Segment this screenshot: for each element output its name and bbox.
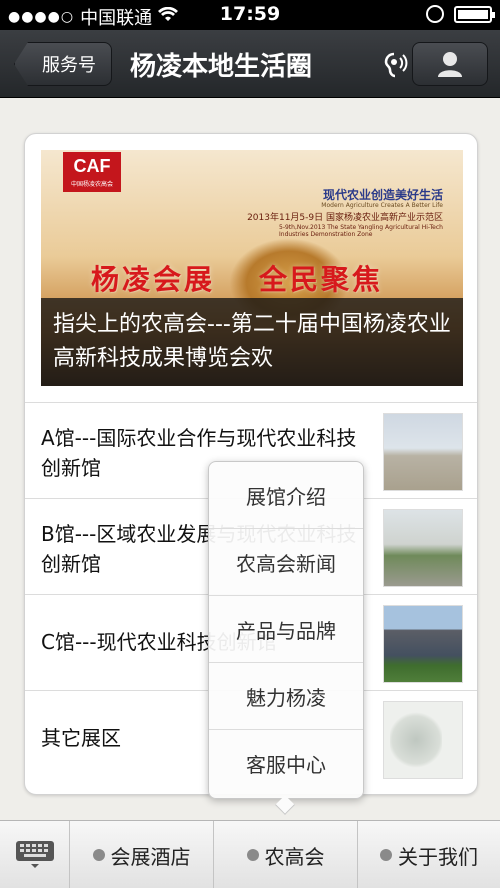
list-item-thumbnail	[383, 509, 463, 587]
banner-slogan: 现代农业创造美好生活	[322, 188, 443, 202]
rotation-lock-icon	[426, 5, 444, 23]
menu-dot-icon	[92, 849, 105, 861]
menu-item-news[interactable]: 农高会新闻	[209, 529, 363, 596]
banner-article[interactable]: CAF 中国杨凌农高会 现代农业创造美好生活 Modern Agricultur…	[41, 150, 463, 386]
page-title: 杨凌本地生活圈	[130, 52, 313, 82]
earpiece-mode-icon	[384, 52, 408, 78]
caf-logo: CAF 中国杨凌农高会	[63, 152, 121, 192]
banner-date: 2013年11月5-9日 国家杨凌农业高新产业示范区	[247, 213, 443, 223]
banner-date-en: 5-9th,Nov.2013 The State Yangling Agricu…	[279, 224, 443, 238]
status-bar: ●●●●○ 中国联通 17:59	[0, 0, 500, 30]
tab-about-us[interactable]: 关于我们	[358, 821, 500, 888]
menu-item-products[interactable]: 产品与品牌	[209, 596, 363, 663]
keyboard-icon	[15, 841, 54, 868]
menu-item-customer-service[interactable]: 客服中心	[209, 730, 363, 797]
keyboard-toggle-button[interactable]	[0, 821, 70, 888]
banner-headline: 杨凌会展 全民聚焦	[91, 263, 384, 296]
banner-caption: 指尖上的农高会---第二十届中国杨凌农业高新科技成果博览会欢	[41, 298, 463, 386]
banner-slogan-en: Modern Agriculture Creates A Better Life	[321, 202, 443, 209]
list-item-thumbnail	[383, 413, 463, 491]
list-item-thumbnail	[383, 701, 463, 779]
clock: 17:59	[219, 3, 281, 25]
battery-icon	[454, 5, 495, 23]
menu-dot-icon	[246, 849, 259, 861]
list-item-thumbnail	[383, 605, 463, 683]
menu-item-yangling[interactable]: 魅力杨凌	[209, 663, 363, 730]
back-button[interactable]: 服务号	[14, 42, 112, 86]
nav-bar: 服务号 杨凌本地生活圈	[0, 30, 500, 98]
profile-button[interactable]	[412, 42, 488, 86]
tab-expo[interactable]: 农高会	[214, 821, 358, 888]
person-icon	[438, 52, 462, 77]
menu-dot-icon	[380, 849, 392, 861]
submenu-popup: 展馆介绍 农高会新闻 产品与品牌 魅力杨凌 客服中心	[208, 461, 364, 799]
menu-item-hall-intro[interactable]: 展馆介绍	[209, 462, 363, 529]
bottom-menu-bar: 会展酒店 农高会 关于我们	[0, 820, 500, 888]
tab-hotel[interactable]: 会展酒店	[70, 821, 214, 888]
